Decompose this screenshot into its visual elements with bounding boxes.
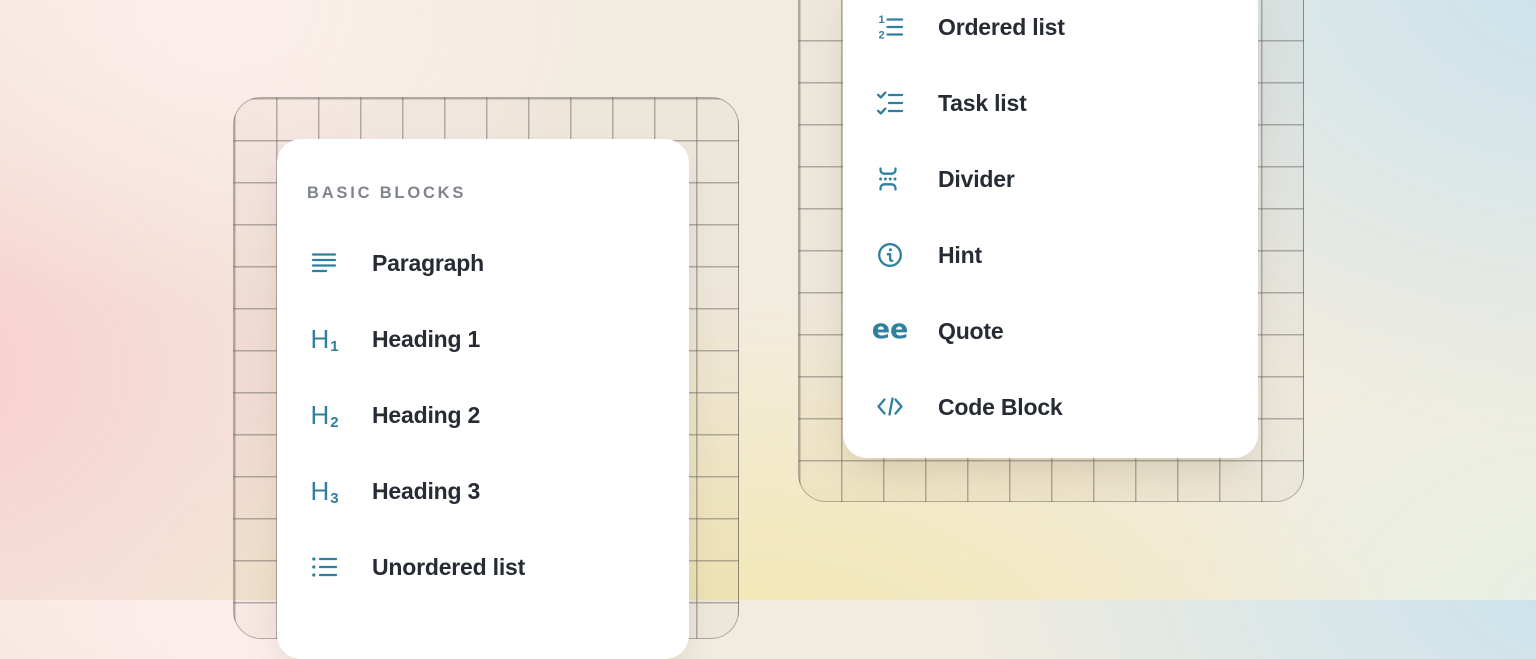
menu-item-label: Heading 2 [372,402,480,429]
menu-item-heading-2[interactable]: H2 Heading 2 [277,377,689,453]
menu-item-hint[interactable]: Hint [843,217,1258,293]
menu-item-code-block[interactable]: Code Block [843,369,1258,445]
divider-icon [875,164,905,194]
menu-item-label: Divider [938,166,1015,193]
menu-item-label: Ordered list [938,14,1065,41]
menu-item-label: Quote [938,318,1003,345]
menu-items: 1 2 Ordered list Task list Divider Hint ee… [843,0,1258,445]
menu-item-label: Heading 3 [372,478,480,505]
menu-item-label: Hint [938,242,982,269]
menu-item-unordered-list[interactable]: Unordered list [277,529,689,605]
menu-item-label: Paragraph [372,250,484,277]
menu-item-quote[interactable]: ee Quote [843,293,1258,369]
menu-item-label: Task list [938,90,1027,117]
menu-item-divider[interactable]: Divider [843,141,1258,217]
heading-3-icon: H3 [309,476,339,506]
menu-item-label: Heading 1 [372,326,480,353]
hint-icon [875,240,905,270]
task-list-icon [875,88,905,118]
more-blocks-menu: 1 2 Ordered list Task list Divider Hint ee… [843,0,1258,458]
svg-text:2: 2 [879,30,885,42]
code-block-icon [875,392,905,422]
menu-item-ordered-list[interactable]: 1 2 Ordered list [843,0,1258,65]
menu-item-heading-3[interactable]: H3 Heading 3 [277,453,689,529]
paragraph-icon [309,248,339,278]
svg-text:1: 1 [879,14,885,26]
menu-item-paragraph[interactable]: Paragraph [277,225,689,301]
ordered-list-icon: 1 2 [875,12,905,42]
section-label: BASIC BLOCKS [307,183,689,203]
editor-block-menus-illustration: { "colors": { "accent": "#2f7f9e", "item… [0,0,1536,600]
heading-1-icon: H1 [309,324,339,354]
quote-icon: ee [875,316,905,346]
menu-items: Paragraph H1 Heading 1 H2 Heading 2 H3 Heading… [277,225,689,605]
menu-item-label: Code Block [938,394,1063,421]
heading-2-icon: H2 [309,400,339,430]
menu-item-task-list[interactable]: Task list [843,65,1258,141]
basic-blocks-menu: BASIC BLOCKS Paragraph H1 Heading 1 H2 Headi… [277,139,689,659]
menu-item-heading-1[interactable]: H1 Heading 1 [277,301,689,377]
unordered-list-icon [309,552,339,582]
menu-item-label: Unordered list [372,554,525,581]
